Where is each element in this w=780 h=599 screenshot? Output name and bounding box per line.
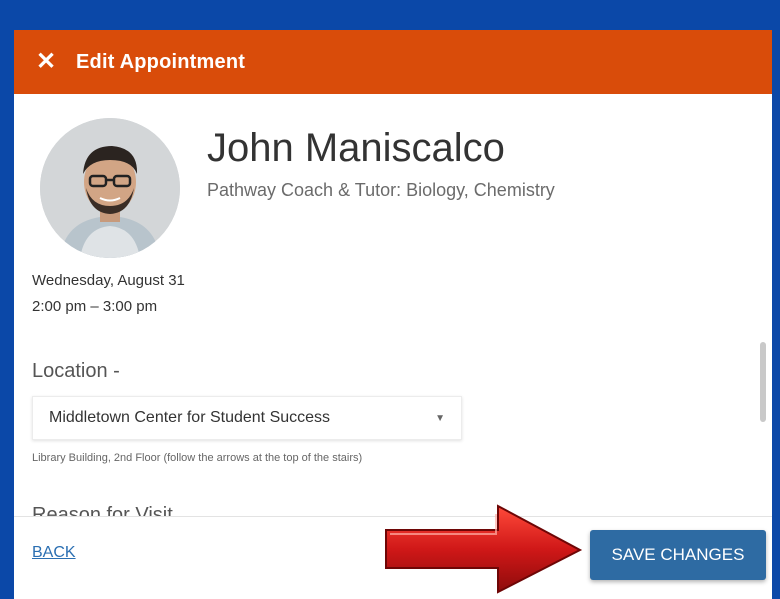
appointment-time: 2:00 pm – 3:00 pm	[32, 298, 158, 315]
location-select[interactable]: Middletown Center for Student Success ▼	[32, 396, 462, 440]
chevron-down-icon: ▼	[435, 412, 445, 424]
close-icon[interactable]: ✕	[36, 50, 56, 74]
coach-profile: John Maniscalco Pathway Coach & Tutor: B…	[14, 94, 772, 272]
coach-role: Pathway Coach & Tutor: Biology, Chemistr…	[207, 180, 555, 200]
back-button[interactable]: BACK	[32, 544, 76, 562]
appointment-date: Wednesday, August 31	[32, 272, 185, 289]
coach-name: John Maniscalco	[207, 126, 505, 170]
location-help-text: Library Building, 2nd Floor (follow the …	[32, 452, 363, 464]
scrollbar[interactable]	[760, 342, 766, 422]
location-select-value: Middletown Center for Student Success	[49, 409, 331, 426]
location-label: Location -	[32, 360, 120, 382]
reason-label: Reason for Visit	[32, 504, 173, 517]
avatar	[40, 118, 180, 258]
save-changes-button[interactable]: SAVE CHANGES	[590, 530, 766, 580]
dialog-header: ✕ Edit Appointment	[14, 30, 772, 94]
annotation-arrow-icon	[385, 504, 583, 594]
dialog-title: Edit Appointment	[76, 50, 246, 73]
appointment-form: Wednesday, August 31 2:00 pm – 3:00 pm L…	[14, 272, 772, 517]
